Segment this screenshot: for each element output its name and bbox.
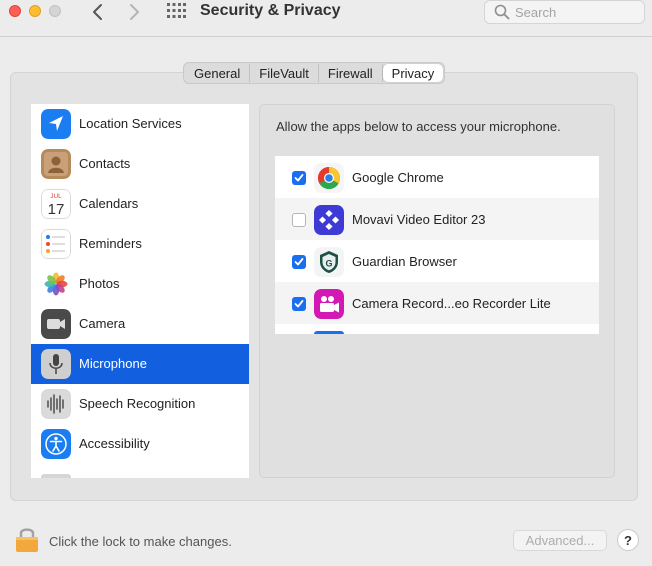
checkmark-icon (294, 300, 304, 308)
sidebar-item-label: Location Services (79, 116, 182, 131)
microphone-icon (41, 349, 71, 379)
sidebar-item-location-services[interactable]: Location Services (31, 104, 249, 144)
app-row-guardian-browser[interactable]: G Guardian Browser (275, 240, 599, 282)
sidebar-item-camera[interactable]: Camera (31, 304, 249, 344)
guardian-shield-icon: G (314, 247, 344, 277)
svg-text:G: G (325, 259, 332, 269)
app-row-partial (275, 324, 599, 334)
sidebar-item-partial (31, 474, 249, 478)
search-field[interactable]: Search (484, 0, 645, 24)
app-name: Google Chrome (352, 170, 444, 185)
zoom-window-button[interactable] (49, 5, 61, 17)
app-row-movavi[interactable]: Movavi Video Editor 23 (275, 198, 599, 240)
chrome-icon (314, 163, 344, 193)
sidebar-item-label: Camera (79, 316, 126, 331)
sidebar-item-label: Photos (79, 276, 120, 291)
lock-icon[interactable] (14, 524, 40, 554)
close-window-button[interactable] (9, 5, 21, 17)
sidebar-item-label: Accessibility (79, 436, 150, 451)
show-all-grid-icon[interactable] (166, 2, 186, 20)
tab-firewall[interactable]: Firewall (319, 64, 383, 82)
lock-hint-text: Click the lock to make changes. (49, 534, 232, 549)
privacy-category-list[interactable]: Location Services Contacts JUL 17 Calend… (31, 104, 249, 478)
forward-arrow-icon[interactable] (124, 2, 144, 22)
help-button[interactable]: ? (617, 529, 639, 551)
sidebar-item-photos[interactable]: Photos (31, 264, 249, 304)
app-checkbox[interactable] (292, 213, 306, 227)
permission-description: Allow the apps below to access your micr… (276, 119, 561, 134)
accessibility-icon (41, 429, 71, 459)
sidebar-item-label: Calendars (79, 196, 139, 211)
sidebar-item-reminders[interactable]: Reminders (31, 224, 249, 264)
app-row-google-chrome[interactable]: Google Chrome (275, 156, 599, 198)
checkmark-icon (294, 258, 304, 266)
camera-icon (41, 309, 71, 339)
reminders-icon (41, 229, 71, 259)
sidebar-item-accessibility[interactable]: Accessibility (31, 424, 249, 464)
window-title: Security & Privacy (200, 2, 341, 19)
app-checkbox[interactable] (292, 255, 306, 269)
contacts-icon (41, 149, 71, 179)
app-checkbox[interactable] (292, 171, 306, 185)
minimize-window-button[interactable] (29, 5, 41, 17)
app-name: Movavi Video Editor 23 (352, 212, 486, 227)
app-name: Guardian Browser (352, 254, 457, 269)
sidebar-item-speech-recognition[interactable]: Speech Recognition (31, 384, 249, 424)
sidebar-item-microphone[interactable]: Microphone (31, 344, 249, 384)
sidebar-item-label: Contacts (79, 156, 131, 171)
title-bar: Security & Privacy Search (0, 0, 652, 37)
sidebar-item-label: Speech Recognition (79, 396, 196, 411)
calendar-icon: JUL 17 (41, 189, 71, 219)
svg-text:JUL: JUL (50, 193, 62, 200)
tab-general[interactable]: General (185, 64, 251, 82)
sidebar-item-calendars[interactable]: JUL 17 Calendars (31, 184, 249, 224)
tab-bar: General FileVault Firewall Privacy (183, 62, 446, 84)
photos-icon (41, 269, 71, 299)
tab-privacy[interactable]: Privacy (382, 64, 444, 82)
tab-filevault[interactable]: FileVault (250, 64, 319, 82)
app-checkbox[interactable] (292, 297, 306, 311)
app-row-camera-recorder[interactable]: Camera Record...eo Recorder Lite (275, 282, 599, 324)
search-icon (494, 4, 510, 20)
sidebar-item-label: Microphone (79, 356, 147, 371)
back-arrow-icon[interactable] (88, 2, 108, 22)
app-permission-list[interactable]: Google Chrome Movavi Video Editor 23 G G… (275, 156, 599, 334)
sidebar-item-label: Reminders (79, 236, 142, 251)
app-name: Camera Record...eo Recorder Lite (352, 296, 551, 311)
checkmark-icon (294, 174, 304, 182)
advanced-button[interactable]: Advanced... (513, 530, 607, 551)
camera-recorder-icon (314, 289, 344, 319)
svg-text:17: 17 (48, 201, 65, 218)
speech-waveform-icon (41, 389, 71, 419)
movavi-icon (314, 205, 344, 235)
search-placeholder: Search (515, 5, 557, 20)
sidebar-item-contacts[interactable]: Contacts (31, 144, 249, 184)
location-arrow-icon (41, 109, 71, 139)
